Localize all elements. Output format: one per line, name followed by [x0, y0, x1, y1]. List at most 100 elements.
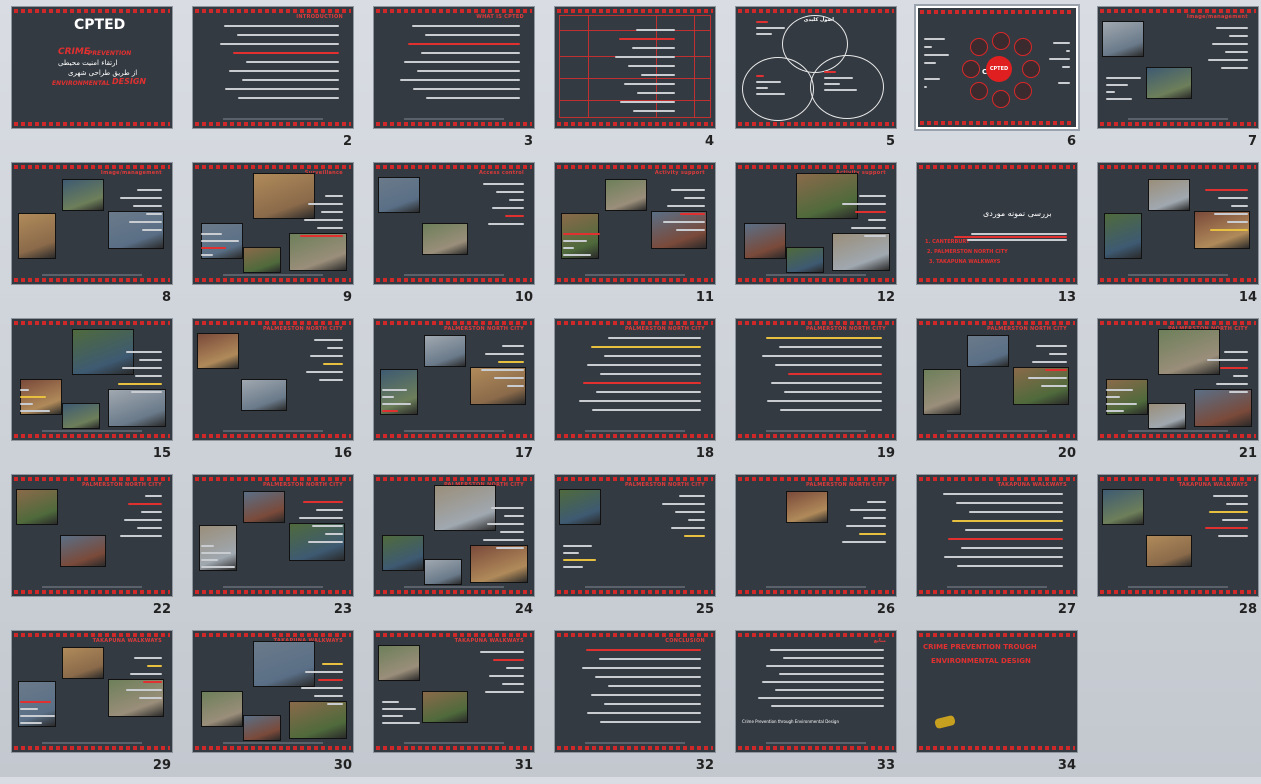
slide-thumbnail-1[interactable]: CPTED CRIME PREVENTION ارتقاء امنیت محیطی از… — [5, 4, 185, 160]
slide-preview[interactable]: CPTEDCPTED — [916, 6, 1078, 129]
slide-preview[interactable]: PALMERSTON NORTH CITY — [373, 474, 535, 597]
red-dot-border-top — [376, 321, 532, 325]
slide-thumbnail-2[interactable]: INTRODUCTION 2 — [186, 4, 366, 160]
slide-number: 5 — [885, 134, 895, 149]
slide-preview[interactable]: PALMERSTON NORTH CITY — [554, 474, 716, 597]
slide-preview[interactable]: بررسی نمونه موردی 1. CANTERBURY 2. PALMERS… — [916, 162, 1078, 285]
slide-preview[interactable]: CRIME PREVENTION TROUGH ENVIRONMENTAL DES… — [916, 630, 1078, 753]
slide-preview[interactable]: PALMERSTON NORTH CITY — [1097, 318, 1259, 441]
slide-number: 2 — [342, 134, 352, 149]
slide-thumbnail-4[interactable]: 4 — [548, 4, 728, 160]
slide-preview[interactable] — [1097, 162, 1259, 285]
slide-preview[interactable]: PALMERSTON NORTH CITY — [192, 474, 354, 597]
slide-footer — [404, 430, 504, 432]
slide-photo — [253, 173, 315, 219]
slide-preview[interactable]: Activity support — [735, 162, 897, 285]
slide-thumbnail-26[interactable]: PALMERSTON NORTH CITY 26 — [729, 472, 909, 628]
slide-preview[interactable]: PALMERSTON NORTH CITY — [192, 318, 354, 441]
slide-preview[interactable]: WHAT IS CPTED — [373, 6, 535, 129]
slide-thumbnail-22[interactable]: PALMERSTON NORTH CITY 22 — [5, 472, 185, 628]
slide-thumbnail-25[interactable]: PALMERSTON NORTH CITY 25 — [548, 472, 728, 628]
red-dot-border-bottom — [14, 278, 170, 282]
slide-preview[interactable]: Surveillance — [192, 162, 354, 285]
slide-preview[interactable] — [11, 318, 173, 441]
slide-thumbnail-29[interactable]: TAKAPUNA WALKWAYS 29 — [5, 628, 185, 784]
slide-preview[interactable]: Activity support — [554, 162, 716, 285]
slide-preview[interactable]: CPTED CRIME PREVENTION ارتقاء امنیت محیطی از… — [11, 6, 173, 129]
slide-number: 26 — [876, 602, 895, 617]
red-dot-border-bottom — [14, 434, 170, 438]
red-dot-border-bottom — [14, 590, 170, 594]
text-line — [504, 515, 524, 517]
slide-thumbnail-11[interactable]: Activity support 11 — [548, 160, 728, 316]
slide-thumbnail-13[interactable]: بررسی نمونه موردی 1. CANTERBURY 2. PALMERS… — [910, 160, 1090, 316]
slide-number: 11 — [695, 290, 714, 305]
slide-preview[interactable]: PALMERSTON NORTH CITY — [916, 318, 1078, 441]
slide-preview[interactable]: TAKAPUNA WALKWAYS — [373, 630, 535, 753]
slide-preview[interactable]: منابع Crime Prevention through Environmen… — [735, 630, 897, 753]
slide-photo — [1158, 329, 1220, 375]
slide-thumbnail-15[interactable]: 15 — [5, 316, 185, 472]
text-line — [846, 525, 886, 527]
slide-thumbnail-8[interactable]: Image/management 8 — [5, 160, 185, 316]
slide-thumbnail-24[interactable]: PALMERSTON NORTH CITY 24 — [367, 472, 547, 628]
slide-preview[interactable]: اصول کلیدی — [735, 6, 897, 129]
text-line — [318, 679, 343, 681]
slide-number: 32 — [695, 758, 714, 773]
slide-thumbnail-32[interactable]: CONCLUSION 32 — [548, 628, 728, 784]
slide-thumbnail-19[interactable]: PALMERSTON NORTH CITY 19 — [729, 316, 909, 472]
slide-photo — [744, 223, 786, 259]
slide-thumbnail-14[interactable]: 14 — [1091, 160, 1261, 316]
slide-photo — [1194, 389, 1252, 427]
text-line — [954, 236, 1067, 238]
slide-thumbnail-27[interactable]: TAKAPUNA WALKWAYS 27 — [910, 472, 1090, 628]
slide-thumbnail-12[interactable]: Activity support 12 — [729, 160, 909, 316]
text-line — [667, 205, 705, 207]
slide-preview[interactable]: PALMERSTON NORTH CITY — [11, 474, 173, 597]
text-line — [20, 722, 42, 724]
slide-preview[interactable]: Image/management — [1097, 6, 1259, 129]
slide-thumbnail-17[interactable]: PALMERSTON NORTH CITY 17 — [367, 316, 547, 472]
slide-thumbnail-18[interactable]: PALMERSTON NORTH CITY 18 — [548, 316, 728, 472]
slide-preview[interactable]: TAKAPUNA WALKWAYS — [192, 630, 354, 753]
slide-preview[interactable]: PALMERSTON NORTH CITY — [735, 318, 897, 441]
slide-thumbnail-23[interactable]: PALMERSTON NORTH CITY 23 — [186, 472, 366, 628]
slide-thumbnail-9[interactable]: Surveillance 9 — [186, 160, 366, 316]
text-line — [1227, 221, 1248, 223]
slide-thumbnail-7[interactable]: Image/management 7 — [1091, 4, 1261, 160]
slide-preview[interactable]: PALMERSTON NORTH CITY — [554, 318, 716, 441]
text-line — [1229, 35, 1248, 37]
slide-preview[interactable]: TAKAPUNA WALKWAYS — [916, 474, 1078, 597]
slide-thumbnail-21[interactable]: PALMERSTON NORTH CITY 21 — [1091, 316, 1261, 472]
slide-thumbnail-6[interactable]: CPTEDCPTED 6 — [910, 4, 1090, 160]
text-line — [316, 509, 343, 511]
text-line — [563, 559, 596, 561]
slide-preview[interactable]: TAKAPUNA WALKWAYS — [11, 630, 173, 753]
slide-thumbnail-33[interactable]: منابع Crime Prevention through Environmen… — [729, 628, 909, 784]
slide-thumbnail-5[interactable]: اصول کلیدی 5 — [729, 4, 909, 160]
slide-thumbnail-31[interactable]: TAKAPUNA WALKWAYS 31 — [367, 628, 547, 784]
slide-preview[interactable]: PALMERSTON NORTH CITY — [735, 474, 897, 597]
slide-preview[interactable]: Access control — [373, 162, 535, 285]
principle-node — [992, 32, 1010, 50]
text-line — [587, 364, 701, 366]
slide-preview[interactable]: TAKAPUNA WALKWAYS — [1097, 474, 1259, 597]
slide-number: 19 — [876, 446, 895, 461]
slide-thumbnail-34[interactable]: CRIME PREVENTION TROUGH ENVIRONMENTAL DES… — [910, 628, 1090, 784]
slide-preview[interactable]: PALMERSTON NORTH CITY — [373, 318, 535, 441]
slide-thumbnail-3[interactable]: WHAT IS CPTED 3 — [367, 4, 547, 160]
slide-preview[interactable] — [554, 6, 716, 129]
slide-thumbnail-10[interactable]: Access control 10 — [367, 160, 547, 316]
red-dot-border-top — [14, 9, 170, 13]
slide-preview[interactable]: INTRODUCTION — [192, 6, 354, 129]
slide-preview[interactable]: CONCLUSION — [554, 630, 716, 753]
text-line — [679, 495, 705, 497]
slide-preview[interactable]: Image/management — [11, 162, 173, 285]
slide-thumbnail-16[interactable]: PALMERSTON NORTH CITY 16 — [186, 316, 366, 472]
slide-thumbnail-28[interactable]: TAKAPUNA WALKWAYS 28 — [1091, 472, 1261, 628]
slide-thumbnail-30[interactable]: TAKAPUNA WALKWAYS 30 — [186, 628, 366, 784]
text-line — [971, 233, 1067, 235]
slide-thumbnail-20[interactable]: PALMERSTON NORTH CITY 20 — [910, 316, 1090, 472]
text-line — [1233, 375, 1248, 377]
text-line — [314, 339, 343, 341]
